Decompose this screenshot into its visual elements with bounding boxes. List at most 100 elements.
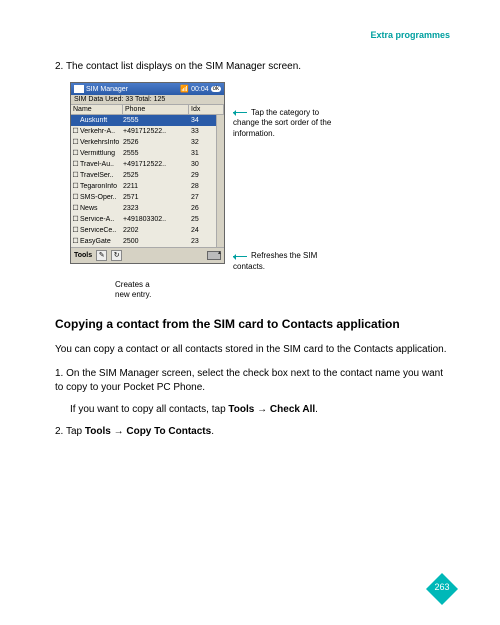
row-idx: 24 <box>189 227 216 234</box>
row-name: Service-A.. <box>80 216 123 223</box>
keyboard-icon <box>207 251 221 260</box>
substep-2: 2. Tap Tools → Copy To Contacts. <box>55 425 450 439</box>
row-phone: 2555 <box>123 117 189 124</box>
row-phone: 2526 <box>123 139 189 146</box>
row-idx: 31 <box>189 150 216 157</box>
row-idx: 25 <box>189 216 216 223</box>
substep-1-text: On the SIM Manager screen, select the ch… <box>55 368 443 393</box>
callout-arrow-icon <box>233 110 251 115</box>
substep-1-extra: If you want to copy all contacts, tap To… <box>70 403 450 417</box>
period: . <box>315 404 318 415</box>
row-checkbox: ☐ <box>71 194 80 201</box>
signal-icon: 📶 <box>180 86 189 93</box>
table-row: ☐SMS-Oper..257127 <box>71 192 216 203</box>
row-name: TegaronInfo <box>80 183 123 190</box>
row-name: Travel-Au.. <box>80 161 123 168</box>
clock-text: 00:04 <box>191 86 209 93</box>
row-name: Vermittlung <box>80 150 123 157</box>
sim-data-status: SIM Data Used: 33 Total: 125 <box>71 95 224 104</box>
table-row: ☐TegaronInfo221128 <box>71 181 216 192</box>
substep-2-text-a: Tap <box>66 426 85 437</box>
tools-menu: Tools <box>74 252 92 259</box>
row-name: EasyGate <box>80 238 123 245</box>
table-row: ☐News232326 <box>71 203 216 214</box>
col-phone: Phone <box>123 105 189 114</box>
scrollbar <box>216 115 224 247</box>
section-header: Extra programmes <box>55 30 450 40</box>
table-row: ☐ServiceCe..220224 <box>71 225 216 236</box>
row-checkbox: ☐ <box>71 205 80 212</box>
table-row: ☐TravelSer..252529 <box>71 170 216 181</box>
copyto-bold: Copy To Contacts <box>126 426 211 437</box>
row-name: News <box>80 205 123 212</box>
arrow-icon: → <box>111 426 127 437</box>
new-entry-button: ✎ <box>96 250 107 261</box>
callout-new-entry: Creates a new entry. <box>70 280 450 299</box>
period: . <box>211 426 214 437</box>
row-checkbox: ☐ <box>71 172 80 179</box>
refresh-button: ↻ <box>111 250 122 261</box>
table-row: ☐VerkehrsInfo252632 <box>71 137 216 148</box>
row-checkbox: ☐ <box>71 238 80 245</box>
row-phone: 2500 <box>123 238 189 245</box>
row-idx: 33 <box>189 128 216 135</box>
intro-paragraph: You can copy a contact or all contacts s… <box>55 343 450 357</box>
row-checkbox: ☐ <box>71 128 80 135</box>
row-phone: +491712522.. <box>123 161 189 168</box>
substep-2-number: 2. <box>55 426 63 437</box>
substep-1-extra-a: If you want to copy all contacts, tap <box>70 404 228 415</box>
row-checkbox: ☐ <box>71 216 80 223</box>
callout-sort-order: Tap the category to change the sort orde… <box>233 108 343 139</box>
table-row: ☐EasyGate250023 <box>71 236 216 247</box>
step-2-text: The contact list displays on the SIM Man… <box>66 61 301 72</box>
row-name: SMS-Oper.. <box>80 194 123 201</box>
callout-new-text: Creates a new entry. <box>115 280 165 299</box>
page-number: 263 <box>424 582 460 592</box>
row-phone: 2211 <box>123 183 189 190</box>
row-idx: 29 <box>189 172 216 179</box>
row-checkbox: ☐ <box>71 139 80 146</box>
callout-refresh: Refreshes the SIM contacts. <box>233 251 343 272</box>
checkall-bold: Check All <box>270 404 315 415</box>
step-2: 2. The contact list displays on the SIM … <box>55 60 450 74</box>
row-idx: 27 <box>189 194 216 201</box>
contact-rows: Auskunft255534☐Verkehr-A..+491712522..33… <box>71 115 216 247</box>
windows-start-icon <box>74 85 84 93</box>
row-checkbox: ☐ <box>71 161 80 168</box>
row-idx: 23 <box>189 238 216 245</box>
window-titlebar: SIM Manager 📶 00:04 ok <box>71 83 224 95</box>
substep-1-number: 1. <box>55 368 63 379</box>
bottom-toolbar: Tools ✎ ↻ <box>71 247 224 263</box>
table-row: ☐Vermittlung255531 <box>71 148 216 159</box>
table-row: ☐Verkehr-A..+491712522..33 <box>71 126 216 137</box>
row-phone: 2202 <box>123 227 189 234</box>
column-headers: Name Phone Idx <box>71 104 224 115</box>
row-phone: +491712522.. <box>123 128 189 135</box>
arrow-icon: → <box>254 404 270 415</box>
row-idx: 34 <box>189 117 216 124</box>
sim-manager-screenshot: SIM Manager 📶 00:04 ok SIM Data Used: 33… <box>70 82 225 264</box>
substep-1: 1. On the SIM Manager screen, select the… <box>55 367 450 395</box>
tools-bold: Tools <box>228 404 254 415</box>
row-name: ServiceCe.. <box>80 227 123 234</box>
step-2-number: 2. <box>55 61 63 72</box>
ok-button: ok <box>211 86 221 92</box>
col-idx: Idx <box>189 105 224 114</box>
row-checkbox: ☐ <box>71 227 80 234</box>
row-phone: 2555 <box>123 150 189 157</box>
table-row: ☐Service-A..+491803302..25 <box>71 214 216 225</box>
row-phone: 2323 <box>123 205 189 212</box>
subsection-heading: Copying a contact from the SIM card to C… <box>55 317 450 333</box>
row-name: VerkehrsInfo <box>80 139 123 146</box>
row-idx: 30 <box>189 161 216 168</box>
callout-arrow-icon <box>233 254 251 259</box>
page-number-badge: 263 <box>424 571 460 607</box>
row-checkbox: ☐ <box>71 150 80 157</box>
row-name: Verkehr-A.. <box>80 128 123 135</box>
row-idx: 26 <box>189 205 216 212</box>
row-idx: 32 <box>189 139 216 146</box>
row-name: Auskunft <box>80 117 123 124</box>
row-idx: 28 <box>189 183 216 190</box>
col-name: Name <box>71 105 123 114</box>
window-title: SIM Manager <box>86 86 178 93</box>
